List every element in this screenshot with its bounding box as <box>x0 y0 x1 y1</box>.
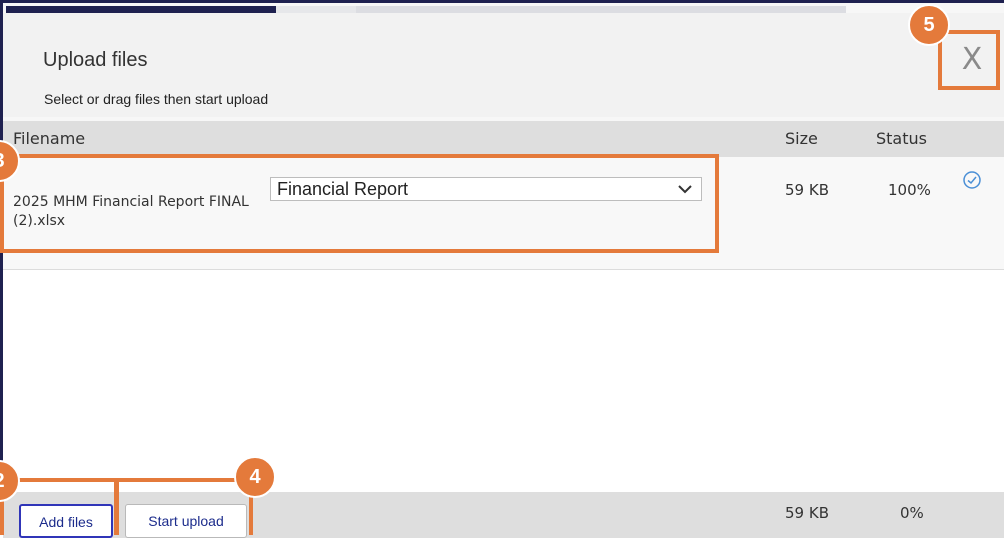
callout-box-5 <box>938 30 1000 90</box>
callout-box-3 <box>0 154 719 253</box>
column-header-size: Size <box>785 129 818 148</box>
total-size: 59 KB <box>785 504 829 522</box>
callout-badge-4: 4 <box>234 456 276 498</box>
check-circle-icon <box>963 171 981 189</box>
file-size: 59 KB <box>785 181 829 199</box>
callout-box-4 <box>115 478 253 535</box>
file-status: 100% <box>888 181 931 199</box>
upload-dialog: Upload files Select or drag files then s… <box>0 0 1004 538</box>
table-header: Filename Size Status <box>3 121 1004 157</box>
total-progress: 0% <box>900 504 924 522</box>
column-header-status: Status <box>876 129 927 148</box>
callout-badge-5: 5 <box>908 4 950 46</box>
dialog-title: Upload files <box>43 49 148 71</box>
column-header-filename: Filename <box>13 129 86 148</box>
dialog-header: Upload files Select or drag files then s… <box>3 13 1004 117</box>
dialog-subtitle: Select or drag files then start upload <box>44 91 269 107</box>
drop-zone[interactable] <box>3 270 1004 492</box>
